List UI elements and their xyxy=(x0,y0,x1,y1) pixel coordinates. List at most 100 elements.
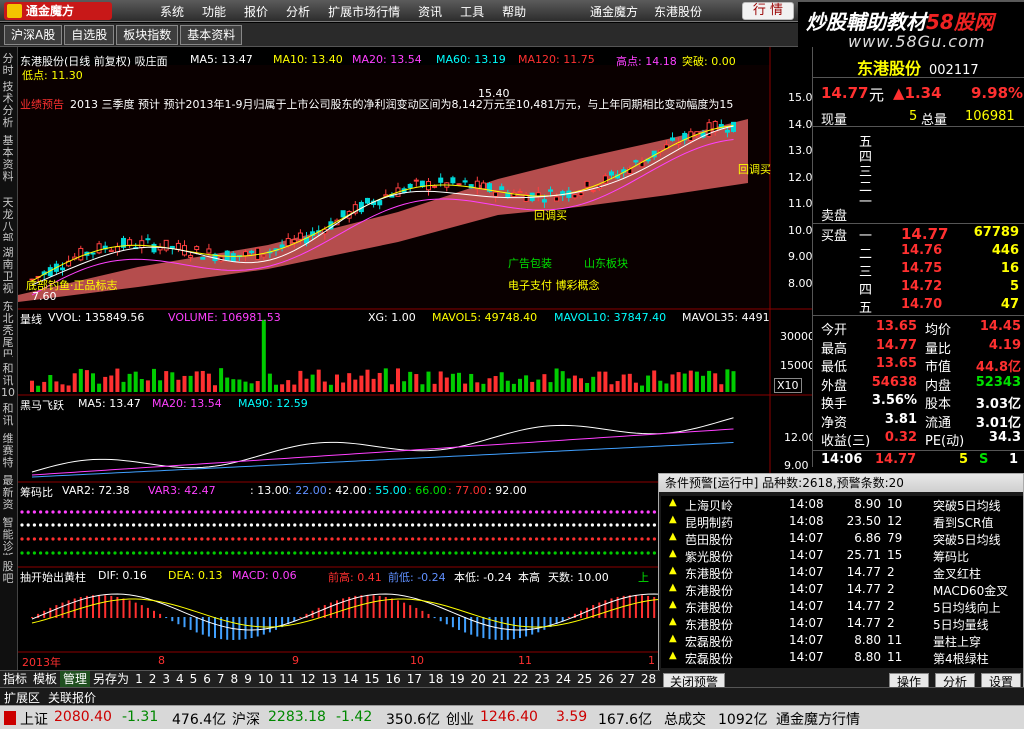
sh-index[interactable]: 2080.40 xyxy=(54,709,112,725)
alert-row-6[interactable]: ▲ 东港股份 14:07 14.77 2 5日均线向上 xyxy=(661,598,1023,615)
menu-item-4[interactable]: 扩展市场行情 xyxy=(328,3,400,20)
left-tab-1[interactable]: 技术分析 xyxy=(0,81,16,129)
chip-dot xyxy=(336,510,340,514)
bottom-tab-10[interactable]: 7 xyxy=(214,671,228,687)
menu-item-0[interactable]: 系统 xyxy=(160,3,184,20)
quote-button[interactable]: 行 情 xyxy=(742,2,794,20)
menu-item-6[interactable]: 工具 xyxy=(460,3,484,20)
left-tab-0[interactable]: 分时走势 xyxy=(0,53,16,75)
alert-title[interactable]: 条件预警[运行中] 品种数:2618,预警条数:20 xyxy=(659,474,1023,492)
alert-row-4[interactable]: ▲ 东港股份 14:07 14.77 2 金叉红柱 xyxy=(661,564,1023,581)
chip-dot xyxy=(63,551,67,555)
tab-2[interactable]: 板块指数 xyxy=(116,25,179,45)
bottom-tab-21[interactable]: 18 xyxy=(425,671,446,687)
bottom-tab-16[interactable]: 13 xyxy=(319,671,340,687)
alert-count: 11 xyxy=(887,650,903,664)
tab-3[interactable]: 基本资料 xyxy=(180,25,243,45)
bottom-tab-11[interactable]: 8 xyxy=(228,671,242,687)
left-tab-10[interactable]: 智能诊断 xyxy=(0,517,16,555)
bottom-tab-0[interactable]: 指标 xyxy=(0,671,30,687)
cy-index[interactable]: 1246.40 xyxy=(480,709,538,725)
left-tab-3[interactable]: 天龙八部 xyxy=(0,197,16,241)
bottom-tab-22[interactable]: 19 xyxy=(446,671,467,687)
left-tab-8[interactable]: 维赛特 xyxy=(0,433,16,469)
alert-row-5[interactable]: ▲ 东港股份 14:07 14.77 2 MACD60金叉 xyxy=(661,581,1023,598)
chip-dot xyxy=(566,537,570,541)
bottom-tab-23[interactable]: 20 xyxy=(468,671,489,687)
candle-body xyxy=(285,238,291,247)
bottom-tab-29[interactable]: 26 xyxy=(595,671,616,687)
bottom-tab-9[interactable]: 6 xyxy=(200,671,214,687)
alert-row-9[interactable]: ▲ 宏磊股份 14:07 8.80 11 第4根绿柱 xyxy=(661,649,1023,666)
volume-bar xyxy=(420,384,425,392)
left-tab-4[interactable]: 湖南卫视 xyxy=(0,247,16,295)
bottom-tab-24[interactable]: 21 xyxy=(489,671,510,687)
bottom-tab-3[interactable]: 另存为 xyxy=(90,671,132,687)
chip-dot xyxy=(646,510,650,514)
bottom-tab-27[interactable]: 24 xyxy=(553,671,574,687)
alert-row-7[interactable]: ▲ 东港股份 14:07 14.77 2 5日均量线 xyxy=(661,615,1023,632)
chip-dot xyxy=(113,523,117,527)
bottom-tab-20[interactable]: 17 xyxy=(404,671,425,687)
left-tab-9[interactable]: 最新资讯 xyxy=(0,475,16,511)
bottom-tab-17[interactable]: 14 xyxy=(340,671,361,687)
chip-dot xyxy=(367,551,371,555)
tab-0[interactable]: 沪深A股 xyxy=(4,25,63,45)
chip-dot xyxy=(373,510,377,514)
bottom-tab-6[interactable]: 3 xyxy=(159,671,173,687)
bottom-tab-4[interactable]: 1 xyxy=(132,671,146,687)
alert-window[interactable]: 条件预警[运行中] 品种数:2618,预警条数:20 ▲ 上海贝岭 14:08 8.9… xyxy=(658,473,1024,692)
right-menu-item-0[interactable]: 通金魔方 xyxy=(590,3,638,20)
left-tab-6[interactable]: 和讯10 xyxy=(0,363,16,397)
bottom-tab-19[interactable]: 16 xyxy=(383,671,404,687)
alert-count: 11 xyxy=(887,633,903,647)
alert-row-2[interactable]: ▲ 芭田股份 14:07 6.86 79 突破5日均线 xyxy=(661,530,1023,547)
menu-item-5[interactable]: 资讯 xyxy=(418,3,442,20)
chip-dot xyxy=(584,523,588,527)
alert-time: 14:07 xyxy=(789,565,824,579)
right-menu-item-1[interactable]: 东港股份 xyxy=(654,3,702,20)
menu-item-3[interactable]: 分析 xyxy=(286,3,310,20)
bottom-tab-13[interactable]: 10 xyxy=(255,671,276,687)
bottom-tab-25[interactable]: 22 xyxy=(510,671,531,687)
alert-row-1[interactable]: ▲ 昆明制药 14:08 23.50 12 看到SCR值 xyxy=(661,513,1023,530)
left-tab-2[interactable]: 基本资料 xyxy=(0,135,16,191)
chip-dot xyxy=(429,510,433,514)
hs-index[interactable]: 2283.18 xyxy=(268,709,326,725)
chip-dot xyxy=(373,551,377,555)
alert-stock-name: 芭田股份 xyxy=(685,533,734,547)
bottom-tab-28[interactable]: 25 xyxy=(574,671,595,687)
bottom-tab-8[interactable]: 5 xyxy=(187,671,201,687)
alert-row-3[interactable]: ▲ 紫光股份 14:07 25.71 15 筹码比 xyxy=(661,547,1023,564)
bottom-tab-18[interactable]: 15 xyxy=(361,671,382,687)
alert-row-0[interactable]: ▲ 上海贝岭 14:08 8.90 10 突破5日均线 xyxy=(661,496,1023,513)
bottom-tab-12[interactable]: 9 xyxy=(241,671,255,687)
menu-item-1[interactable]: 功能 xyxy=(202,3,226,20)
volume-bar xyxy=(231,379,236,392)
menu-item-2[interactable]: 报价 xyxy=(244,3,268,20)
alert-list[interactable]: ▲ 上海贝岭 14:08 8.90 10 突破5日均线 ▲ 昆明制药 14:08 23.50 12 看… xyxy=(661,496,1023,668)
left-tab-5[interactable]: 东北秃尾巴 xyxy=(0,301,16,357)
alert-row-8[interactable]: ▲ 宏磊股份 14:07 8.80 11 量柱上穿 xyxy=(661,632,1023,649)
bottom-tab-5[interactable]: 2 xyxy=(146,671,160,687)
bottom-tab-1[interactable]: 模板 xyxy=(30,671,60,687)
chip-dot xyxy=(349,537,353,541)
menu-item-7[interactable]: 帮助 xyxy=(502,3,526,20)
bottom-tab-14[interactable]: 11 xyxy=(276,671,297,687)
bottom-tab-7[interactable]: 4 xyxy=(173,671,187,687)
tab-1[interactable]: 自选股 xyxy=(64,25,115,45)
volume-bar xyxy=(97,383,102,392)
vol-tick-1: 30000 xyxy=(780,330,815,343)
chip-dot xyxy=(175,523,179,527)
chip-dot xyxy=(200,523,204,527)
bottom-tab-15[interactable]: 12 xyxy=(297,671,318,687)
left-tab-7[interactable]: 和讯10 xyxy=(0,403,16,427)
bottom-tab-31[interactable]: 28 xyxy=(638,671,659,687)
chip-dot xyxy=(45,551,49,555)
bottom-tab-30[interactable]: 27 xyxy=(617,671,638,687)
bottom-tab-26[interactable]: 23 xyxy=(531,671,552,687)
bottom-tab-2[interactable]: 管理 xyxy=(60,671,91,687)
chip-dot xyxy=(491,537,495,541)
left-tab-11[interactable]: 股吧 xyxy=(0,561,16,585)
macd-bar xyxy=(49,607,52,618)
